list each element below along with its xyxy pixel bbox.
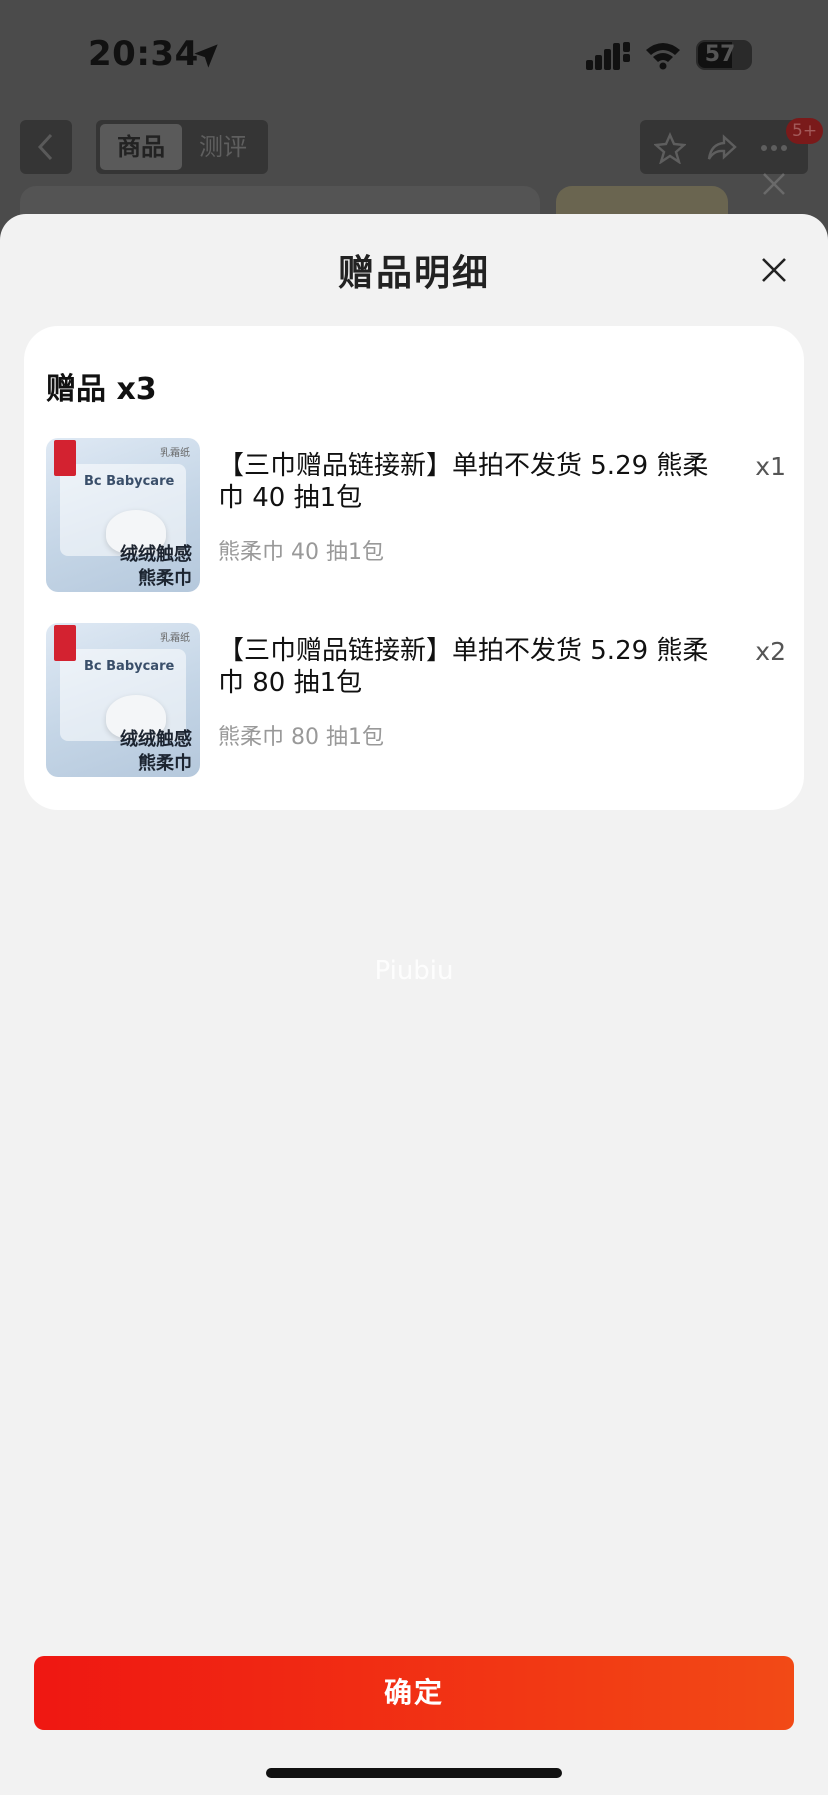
confirm-button[interactable]: 确定 <box>34 1656 794 1730</box>
tab-review[interactable]: 测评 <box>182 124 264 170</box>
product-thumbnail: 乳霜纸 Bc Babycare 绒绒触感 熊柔巾 <box>46 623 200 777</box>
location-arrow-icon <box>194 44 218 68</box>
nav-actions <box>640 120 808 174</box>
gift-item-name: 【三巾赠品链接新】单拍不发货 5.29 熊柔巾 40 抽1包 <box>218 451 709 513</box>
battery-percent: 57 <box>704 42 736 67</box>
watermark: Piubiu <box>374 956 454 986</box>
back-button[interactable] <box>20 120 72 174</box>
gift-item[interactable]: 乳霜纸 Bc Babycare 绒绒触感 熊柔巾 【三巾赠品链接新】单拍不发货 … <box>46 438 786 594</box>
gift-item-spec: 熊柔巾 80 抽1包 <box>218 725 384 750</box>
close-icon[interactable] <box>760 256 788 284</box>
babycare-logo-icon <box>54 440 76 476</box>
sheet-title: 赠品明细 <box>337 253 490 294</box>
message-badge: 5+ <box>786 118 824 144</box>
signal-icon <box>586 42 630 70</box>
battery-icon: 57 <box>696 40 752 70</box>
close-icon[interactable] <box>760 170 788 198</box>
thumbnail-caption: 绒绒触感 <box>120 544 192 565</box>
thumbnail-brand: Bc Babycare <box>84 474 175 489</box>
gift-item[interactable]: 乳霜纸 Bc Babycare 绒绒触感 熊柔巾 【三巾赠品链接新】单拍不发货 … <box>46 623 786 779</box>
wifi-icon <box>646 43 680 70</box>
more-icon[interactable] <box>758 132 790 164</box>
status-time: 20:34 <box>88 34 199 74</box>
thumbnail-caption: 绒绒触感 <box>120 729 192 750</box>
status-bar: 20:34 57 <box>0 0 828 110</box>
thumbnail-caption: 熊柔巾 <box>138 753 192 774</box>
gift-item-name: 【三巾赠品链接新】单拍不发货 5.29 熊柔巾 80 抽1包 <box>218 636 709 698</box>
gift-list-card: 赠品 x3 乳霜纸 Bc Babycare 绒绒触感 熊柔巾 【三巾赠品链接新】… <box>24 326 804 986</box>
product-tab-switch: 商品 测评 <box>96 120 268 174</box>
thumbnail-brand: Bc Babycare <box>84 659 175 674</box>
chevron-left-icon <box>37 133 53 161</box>
thumbnail-caption: 熊柔巾 <box>138 568 192 589</box>
gift-item-quantity: x1 <box>755 452 786 481</box>
share-icon[interactable] <box>706 132 738 164</box>
home-indicator[interactable] <box>266 1768 562 1778</box>
thumbnail-tag: 乳霜纸 <box>160 448 190 459</box>
gift-detail-sheet: 赠品明细 赠品 x3 乳霜纸 Bc Babycare 绒绒触感 熊柔巾 【三巾赠… <box>0 214 828 1795</box>
star-icon[interactable] <box>654 132 686 164</box>
tab-product[interactable]: 商品 <box>100 124 182 170</box>
babycare-logo-icon <box>54 625 76 661</box>
gift-item-quantity: x2 <box>755 637 786 666</box>
product-thumbnail: 乳霜纸 Bc Babycare 绒绒触感 熊柔巾 <box>46 438 200 592</box>
gift-item-spec: 熊柔巾 40 抽1包 <box>218 540 384 565</box>
gift-count-heading: 赠品 x3 <box>46 372 157 407</box>
thumbnail-tag: 乳霜纸 <box>160 633 190 644</box>
